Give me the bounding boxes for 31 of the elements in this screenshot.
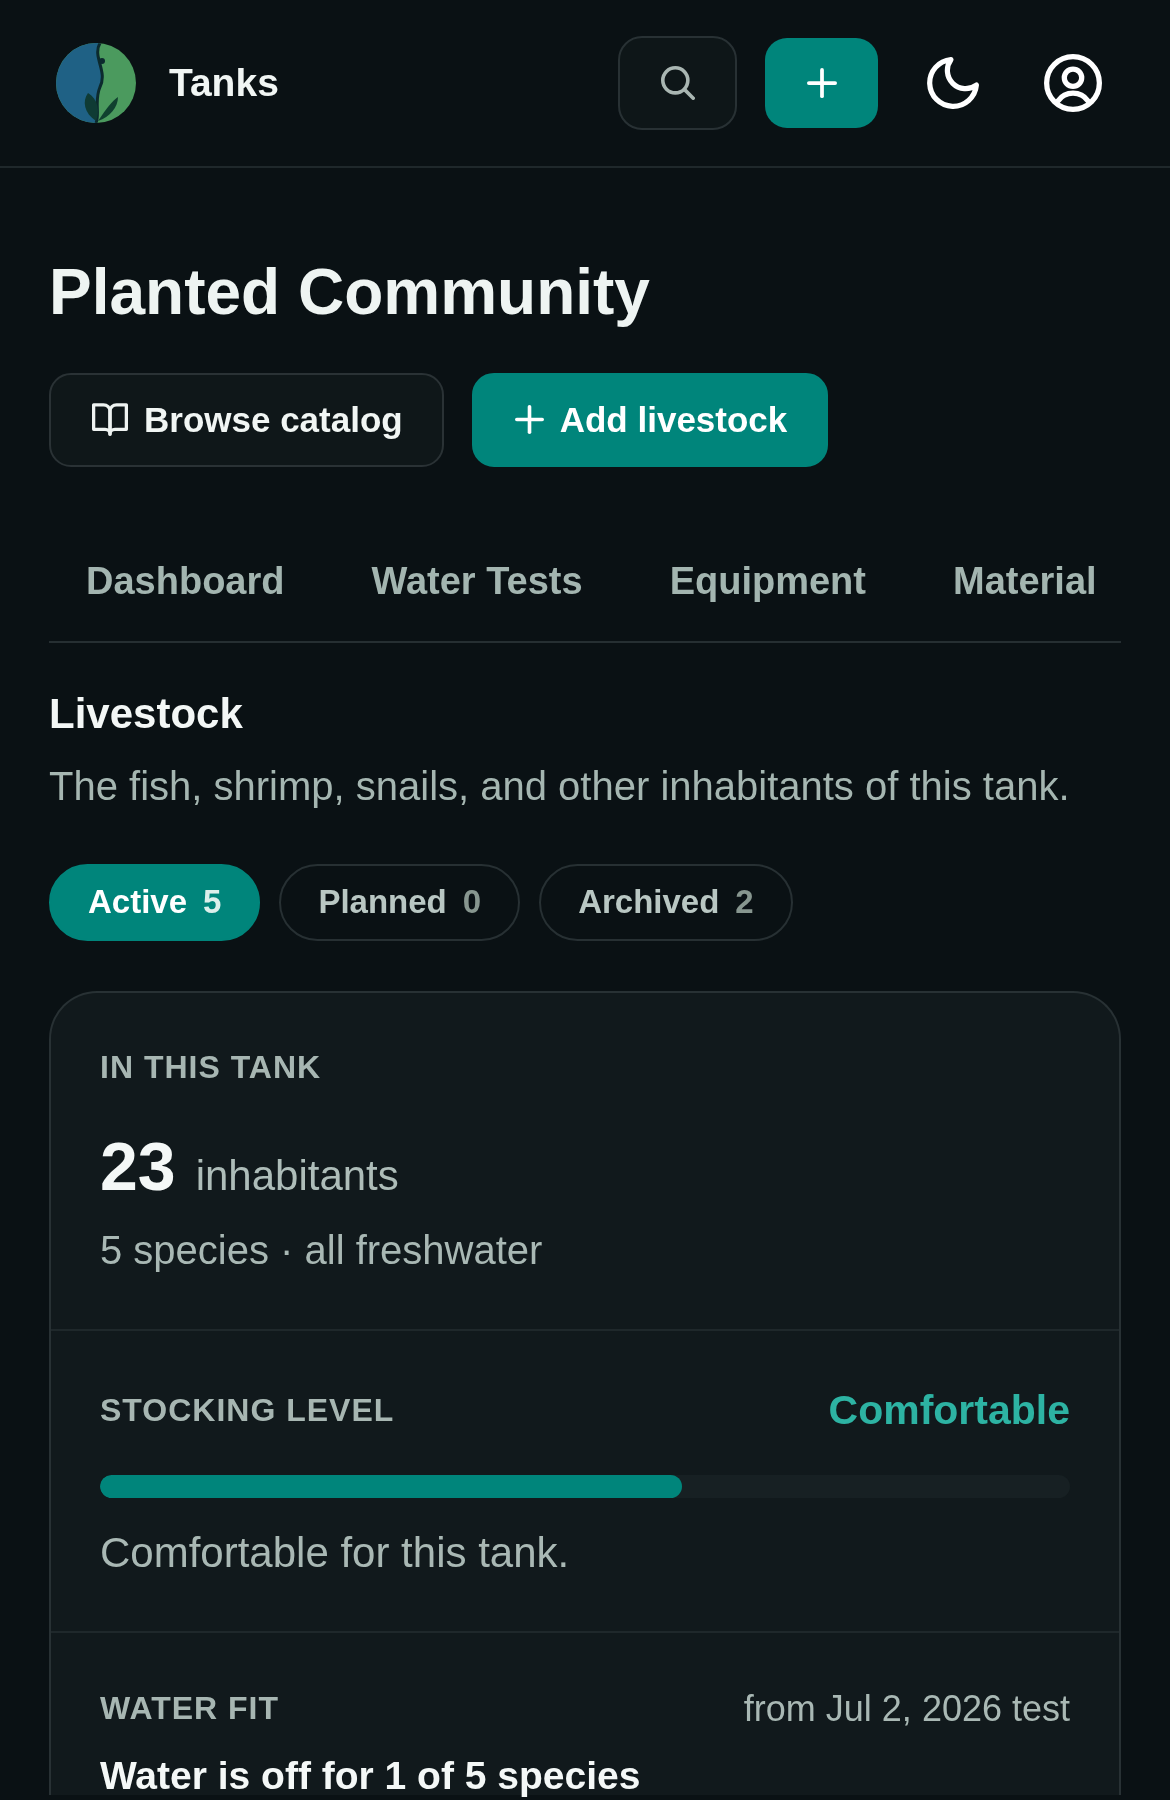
- app-title: Tanks: [169, 61, 279, 105]
- tab[interactable]: Equipment: [632, 530, 903, 642]
- summary-heading: IN THIS TANK: [100, 1047, 323, 1087]
- stocking-heading: STOCKING LEVEL: [100, 1391, 395, 1430]
- tab[interactable]: Dashboard: [49, 530, 322, 642]
- filter-pill[interactable]: Active 5: [49, 863, 261, 941]
- tab[interactable]: Material: [916, 530, 1134, 642]
- add-button[interactable]: [765, 38, 878, 128]
- water-fit-verdict: Water is off for 1 of 5 species: [100, 1755, 642, 1795]
- filter-pill[interactable]: Planned 0: [279, 863, 521, 941]
- search-button[interactable]: [618, 36, 737, 130]
- section-title: Livestock: [49, 689, 244, 740]
- add-livestock-button[interactable]: Add livestock: [471, 372, 829, 467]
- stocking-status: Comfortable: [828, 1385, 1070, 1435]
- water-test-source: from Jul 2, 2026 test: [743, 1686, 1070, 1730]
- account-icon[interactable]: [1044, 54, 1102, 112]
- plus-icon: [514, 405, 544, 435]
- inhabitant-count: 23: [100, 1129, 176, 1204]
- tab[interactable]: Water Tests: [334, 530, 620, 642]
- plus-icon: [806, 68, 837, 98]
- water-fit-heading: WATER FIT: [100, 1689, 280, 1728]
- page-title: Planted Community: [49, 255, 651, 330]
- inhabitant-label: inhabitants: [195, 1151, 399, 1202]
- section-description: The fish, shrimp, snails, and other inhabitants of this tank.: [49, 762, 1071, 810]
- book-icon: [92, 403, 128, 437]
- species-summary: 5 species · all freshwater: [100, 1226, 544, 1274]
- stocking-note: Comfortable for this tank.: [100, 1528, 571, 1579]
- search-icon: [660, 66, 695, 100]
- moon-icon[interactable]: [927, 57, 979, 109]
- filter-pill[interactable]: Archived 2: [539, 863, 793, 941]
- browse-catalog-button[interactable]: Browse catalog: [49, 372, 444, 467]
